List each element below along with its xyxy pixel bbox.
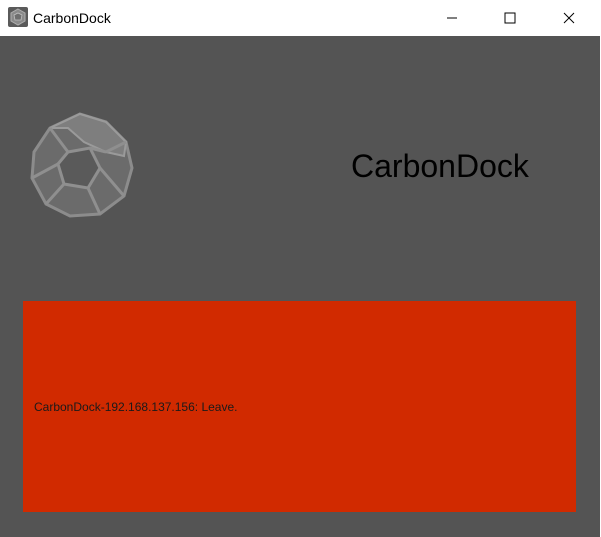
dodecahedron-logo-icon (28, 108, 138, 218)
minimize-button[interactable] (423, 0, 481, 36)
maximize-icon (504, 12, 516, 24)
client-area: CarbonDock CarbonDock-192.168.137.156: L… (0, 36, 600, 537)
status-panel: CarbonDock-192.168.137.156: Leave. (23, 301, 576, 512)
window-title: CarbonDock (33, 10, 111, 26)
app-window: CarbonDock CarbonDock CarbonDock-192.168… (0, 0, 600, 537)
close-button[interactable] (540, 0, 598, 36)
carbondock-app-icon[interactable] (8, 7, 28, 27)
maximize-button[interactable] (481, 0, 539, 36)
app-heading: CarbonDock (351, 148, 529, 184)
status-message: CarbonDock-192.168.137.156: Leave. (34, 400, 238, 414)
minimize-icon (447, 17, 457, 19)
title-bar[interactable]: CarbonDock (0, 0, 600, 36)
close-icon (563, 12, 575, 24)
